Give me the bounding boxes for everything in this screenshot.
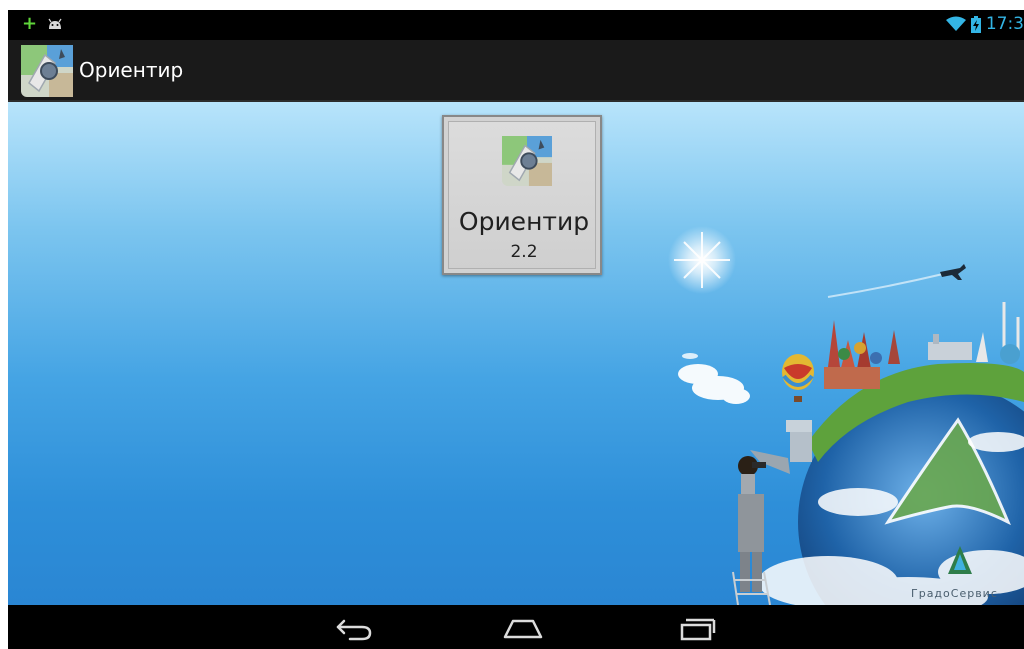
action-bar-title: Ориентир — [79, 58, 184, 82]
person-icon — [738, 456, 766, 592]
battery-charging-icon — [970, 15, 981, 33]
brand-name: ГрадоСервис — [911, 587, 998, 600]
cloud-icon — [678, 364, 750, 404]
app-icon[interactable] — [21, 45, 73, 97]
app-version: 2.2 — [510, 242, 538, 262]
plus-icon: + — [22, 13, 38, 34]
back-icon[interactable] — [330, 613, 378, 643]
recent-apps-icon[interactable] — [672, 613, 720, 643]
status-clock: 17:3 — [985, 14, 1024, 34]
home-icon[interactable] — [499, 613, 547, 643]
status-bar: + 17:3 — [8, 10, 1024, 40]
balloon-icon — [782, 354, 814, 402]
device-screen: + 17:3 Ориентир ГрадоСервис Ориентир 2.2 — [8, 10, 1024, 649]
airplane-icon — [940, 264, 966, 280]
kremlin-icon — [824, 320, 882, 389]
action-bar: Ориентир — [8, 40, 1024, 102]
wifi-icon — [945, 16, 966, 31]
about-card: Ориентир 2.2 — [442, 115, 602, 275]
app-name: Ориентир — [458, 207, 590, 236]
navigation-bar — [8, 605, 1024, 649]
main-content: ГрадоСервис Ориентир 2.2 — [8, 102, 1024, 605]
app-icon — [502, 136, 552, 186]
android-debug-icon — [48, 18, 62, 29]
